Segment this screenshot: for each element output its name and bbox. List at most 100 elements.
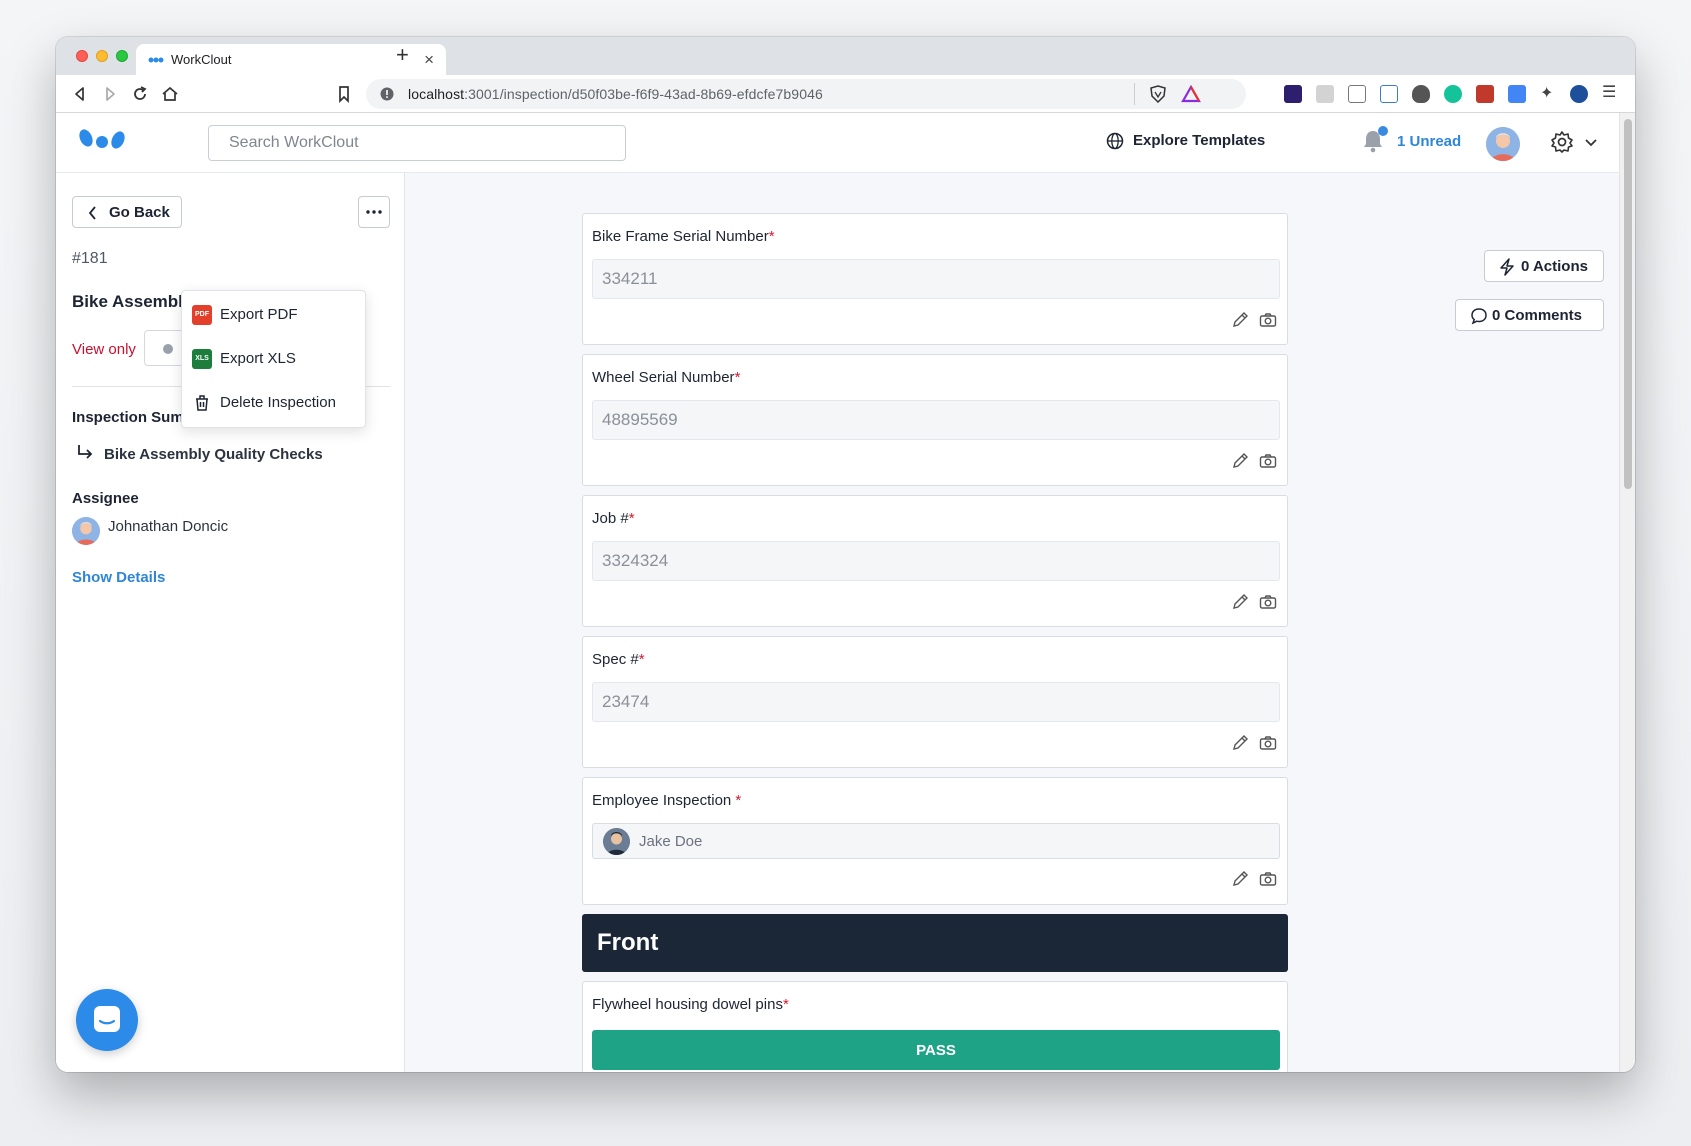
workclout-logo[interactable] — [78, 127, 128, 156]
chevron-down-icon[interactable] — [1584, 135, 1598, 153]
show-details-link[interactable]: Show Details — [72, 569, 165, 586]
left-panel: Go Back #181 Bike Assembly View only C I… — [56, 173, 405, 1072]
unread-count-link[interactable]: 1 Unread — [1397, 133, 1461, 150]
section-title: Front — [597, 929, 659, 956]
camera-icon[interactable] — [1259, 311, 1277, 334]
browser-window: WorkClout × + localhost:3001/inspection/… — [56, 37, 1635, 1072]
spec-number-input[interactable] — [592, 682, 1280, 722]
employee-avatar — [603, 828, 630, 855]
pencil-icon[interactable] — [1231, 593, 1249, 616]
field-label: Flywheel housing dowel pins* — [592, 996, 789, 1013]
reload-icon[interactable] — [130, 84, 150, 104]
home-icon[interactable] — [160, 84, 180, 104]
assignee-name: Johnathan Doncic — [108, 518, 229, 535]
lightning-icon — [1499, 258, 1515, 280]
translate-icon[interactable] — [1508, 85, 1526, 103]
assignee-label: Assignee — [72, 490, 139, 507]
grammarly-icon[interactable] — [1444, 85, 1462, 103]
xls-icon: XLS — [192, 349, 212, 369]
brave-rewards-icon[interactable] — [1181, 84, 1201, 108]
close-window-button[interactable] — [76, 50, 88, 62]
field-label: Bike Frame Serial Number* — [592, 228, 775, 245]
app-header: Explore Templates 1 Unread — [56, 113, 1619, 173]
minimize-window-button[interactable] — [96, 50, 108, 62]
maximize-window-button[interactable] — [116, 50, 128, 62]
tab-close-icon[interactable]: × — [424, 50, 434, 70]
notification-dot — [1378, 126, 1388, 136]
gear-icon[interactable] — [1550, 130, 1574, 159]
explore-templates-link[interactable]: Explore Templates — [1133, 132, 1265, 149]
site-info-icon[interactable] — [380, 87, 394, 106]
profile-icon[interactable] — [1570, 85, 1588, 103]
section-header-front: Front — [582, 914, 1288, 972]
browser-toolbar: localhost:3001/inspection/d50f03be-f6f9-… — [56, 75, 1635, 113]
field-label: Job #* — [592, 510, 635, 527]
pass-button[interactable]: PASS — [592, 1030, 1280, 1070]
workclout-favicon-icon — [148, 53, 164, 71]
chat-icon — [94, 1006, 120, 1032]
arrow-turn-down-right-icon — [76, 443, 94, 466]
field-label: Spec #* — [592, 651, 645, 668]
employee-picker[interactable]: Jake Doe — [592, 823, 1280, 859]
job-number-input[interactable] — [592, 541, 1280, 581]
extension-doc-icon[interactable] — [1348, 85, 1366, 103]
chat-launcher-button[interactable] — [76, 989, 138, 1051]
globe-icon — [1106, 132, 1124, 155]
serial-number-input[interactable] — [592, 259, 1280, 299]
field-label: Wheel Serial Number* — [592, 369, 741, 386]
user-avatar[interactable] — [1486, 127, 1520, 161]
comments-button[interactable]: 0 Comments — [1455, 299, 1604, 331]
bookmark-icon[interactable] — [334, 84, 354, 104]
back-icon[interactable] — [70, 84, 90, 104]
scrollbar-thumb[interactable] — [1624, 119, 1632, 489]
search-input[interactable] — [208, 125, 626, 161]
field-card: Wheel Serial Number* — [582, 354, 1288, 486]
pencil-icon[interactable] — [1231, 870, 1249, 893]
pencil-icon[interactable] — [1231, 311, 1249, 334]
extension-tab-icon[interactable] — [1380, 85, 1398, 103]
page-scrollbar[interactable] — [1619, 113, 1635, 1072]
actions-button[interactable]: 0 Actions — [1484, 250, 1604, 282]
menu-icon[interactable]: ☰ — [1602, 85, 1620, 103]
more-options-menu: PDF Export PDF XLS Export XLS Delete Ins… — [181, 290, 366, 428]
summary-link[interactable]: Bike Assembly Quality Checks — [104, 446, 323, 463]
field-label: Employee Inspection * — [592, 792, 742, 809]
address-bar[interactable]: localhost:3001/inspection/d50f03be-f6f9-… — [366, 79, 1246, 109]
employee-card: Employee Inspection * Jake Doe — [582, 777, 1288, 905]
employee-name: Jake Doe — [639, 833, 703, 850]
pencil-icon[interactable] — [1231, 734, 1249, 757]
flywheel-card: Flywheel housing dowel pins* PASS — [582, 981, 1288, 1072]
camera-icon[interactable] — [1259, 734, 1277, 757]
menu-item-export-pdf[interactable]: PDF Export PDF — [182, 293, 365, 337]
trash-icon — [192, 393, 212, 413]
pencil-icon[interactable] — [1231, 452, 1249, 475]
menu-item-delete-inspection[interactable]: Delete Inspection — [182, 381, 365, 425]
field-card: Bike Frame Serial Number* — [582, 213, 1288, 345]
field-card: Job #* — [582, 495, 1288, 627]
view-only-label: View only — [72, 341, 136, 358]
camera-icon[interactable] — [1259, 593, 1277, 616]
extension-w-icon[interactable] — [1284, 85, 1302, 103]
camera-icon[interactable] — [1259, 452, 1277, 475]
new-tab-button[interactable]: + — [396, 42, 409, 68]
wheel-serial-input[interactable] — [592, 400, 1280, 440]
comment-icon — [1470, 307, 1488, 329]
extensions-puzzle-icon[interactable]: ✦ — [1540, 85, 1558, 103]
brave-shield-icon[interactable] — [1149, 85, 1167, 108]
pdf-icon: PDF — [192, 305, 212, 325]
extension-shield-icon[interactable] — [1412, 85, 1430, 103]
inspection-title: Bike Assembly — [72, 292, 193, 311]
tab-bar: WorkClout × + — [56, 37, 1635, 75]
go-back-button[interactable]: Go Back — [72, 196, 182, 228]
camera-icon[interactable] — [1259, 870, 1277, 893]
chevron-left-icon — [88, 206, 97, 224]
more-options-button[interactable] — [358, 196, 390, 228]
field-card: Spec #* — [582, 636, 1288, 768]
inspection-number: #181 — [72, 250, 108, 267]
extension-red-icon[interactable] — [1476, 85, 1494, 103]
url-text: localhost:3001/inspection/d50f03be-f6f9-… — [408, 86, 823, 102]
extension-gray-icon[interactable] — [1316, 85, 1334, 103]
app-area: Explore Templates 1 Unread Go Back — [56, 113, 1619, 1072]
menu-item-export-xls[interactable]: XLS Export XLS — [182, 337, 365, 381]
forward-icon[interactable] — [100, 84, 120, 104]
